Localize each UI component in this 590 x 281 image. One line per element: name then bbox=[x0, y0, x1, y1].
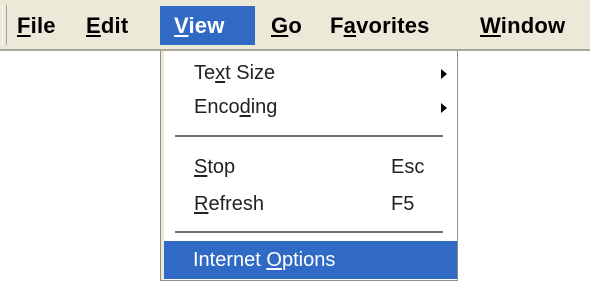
internet-options-label: Internet Options bbox=[193, 249, 336, 271]
menu-file[interactable]: File bbox=[14, 6, 59, 45]
menu-go-accelerator: G bbox=[271, 13, 289, 38]
menu-file-label: ile bbox=[30, 13, 56, 38]
menu-entry-refresh[interactable]: Refresh F5 bbox=[165, 185, 455, 223]
menu-view[interactable]: View bbox=[160, 6, 255, 45]
submenu-arrow-icon bbox=[441, 69, 447, 79]
stop-label: Stop bbox=[194, 156, 236, 178]
menu-separator bbox=[175, 231, 443, 233]
submenu-arrow-icon bbox=[441, 103, 447, 113]
menu-edit-accelerator: E bbox=[86, 13, 101, 38]
menu-file-accelerator: F bbox=[17, 13, 31, 38]
menu-entry-encoding[interactable]: Encoding bbox=[165, 88, 455, 126]
menu-view-accelerator: V bbox=[174, 13, 189, 38]
refresh-shortcut: F5 bbox=[391, 193, 415, 215]
refresh-label: Refresh bbox=[194, 193, 265, 215]
menu-entry-stop[interactable]: Stop Esc bbox=[165, 148, 455, 186]
view-dropdown-menu: Text Size Encoding Stop Esc Refresh F5 I… bbox=[160, 51, 458, 281]
toolbar-grip[interactable] bbox=[2, 5, 7, 45]
menu-window-label: indow bbox=[500, 13, 566, 38]
menu-go[interactable]: Go bbox=[268, 6, 305, 45]
menu-entry-text-size[interactable]: Text Size bbox=[165, 54, 455, 92]
text-size-label: Text Size bbox=[194, 62, 276, 84]
menu-go-label: o bbox=[288, 13, 302, 38]
stop-shortcut: Esc bbox=[391, 156, 425, 178]
menu-edit-label: dit bbox=[100, 13, 129, 38]
menu-favorites-label-end: vorites bbox=[356, 13, 430, 38]
menu-favorites[interactable]: Favorites bbox=[327, 6, 433, 45]
menu-favorites-accelerator: a bbox=[343, 13, 357, 38]
menu-entry-internet-options[interactable]: Internet Options bbox=[164, 241, 457, 279]
menu-bar: File Edit View Go Favorites Window bbox=[0, 0, 590, 51]
menu-favorites-label-start: F bbox=[330, 13, 344, 38]
menu-window[interactable]: Window bbox=[477, 6, 568, 45]
menu-window-accelerator: W bbox=[480, 13, 501, 38]
menu-edit[interactable]: Edit bbox=[83, 6, 131, 45]
menu-separator bbox=[175, 135, 443, 137]
menu-view-label: iew bbox=[188, 13, 225, 38]
encoding-label: Encoding bbox=[194, 96, 278, 118]
